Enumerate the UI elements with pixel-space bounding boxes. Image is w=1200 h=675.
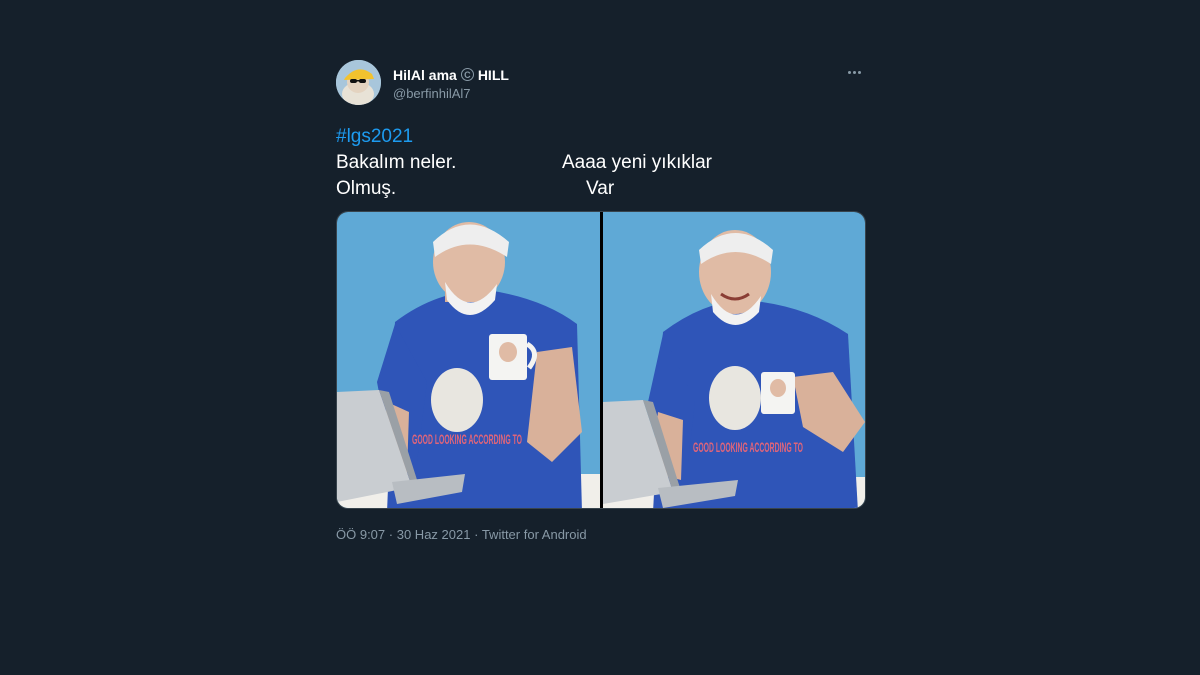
author-names: HilAl ama C HILL @berfinhilAl7 xyxy=(393,66,509,102)
tweet-date[interactable]: 30 Haz 2021 xyxy=(397,527,471,542)
author-display-name[interactable]: HilAl ama C HILL xyxy=(393,66,509,83)
display-name-text: HilAl ama xyxy=(393,66,457,83)
more-icon xyxy=(847,70,851,74)
avatar[interactable] xyxy=(336,60,381,105)
photo-right-image: GOOD LOOKING ACCORDING TO xyxy=(603,212,865,508)
media-grid: GOOD LOOKING ACCORDING TO GOOD LOOKING A… xyxy=(336,211,866,509)
caption-left-line2: Olmuş. xyxy=(336,178,397,199)
caption-right-line1: Aaaa yeni yıkıklar xyxy=(562,152,712,173)
photo-right[interactable]: GOOD LOOKING ACCORDING TO xyxy=(603,212,865,508)
tweet-meta: ÖÖ 9:07 · 30 Haz 2021 · Twitter for Andr… xyxy=(336,527,587,542)
author-handle[interactable]: @berfinhilAl7 xyxy=(393,86,509,101)
photo-left[interactable]: GOOD LOOKING ACCORDING TO xyxy=(337,212,600,508)
tweet-header: HilAl ama C HILL @berfinhilAl7 xyxy=(336,60,866,108)
meta-separator-2: · xyxy=(474,527,479,542)
copyright-icon: C xyxy=(460,68,474,81)
avatar-image xyxy=(336,60,381,105)
tweet-card: HilAl ama C HILL @berfinhilAl7 #lgs2021 … xyxy=(336,60,866,542)
tweet-time[interactable]: ÖÖ 9:07 xyxy=(336,527,385,542)
more-icon-dot xyxy=(852,70,856,74)
hashtag-link[interactable]: #lgs2021 xyxy=(336,126,413,148)
display-name-suffix: HILL xyxy=(477,66,509,83)
photo-left-image: GOOD LOOKING ACCORDING TO xyxy=(337,212,600,508)
caption-left-line1: Bakalım neler. xyxy=(336,152,457,173)
caption-right-line2: Var xyxy=(586,178,615,199)
left-shirt-text: GOOD LOOKING ACCORDING TO xyxy=(412,431,522,447)
tweet-source[interactable]: Twitter for Android xyxy=(482,527,587,542)
right-shirt-text: GOOD LOOKING ACCORDING TO xyxy=(693,439,803,455)
more-icon-dot xyxy=(857,70,861,74)
more-button[interactable] xyxy=(842,62,866,82)
meta-separator: · xyxy=(388,527,394,542)
